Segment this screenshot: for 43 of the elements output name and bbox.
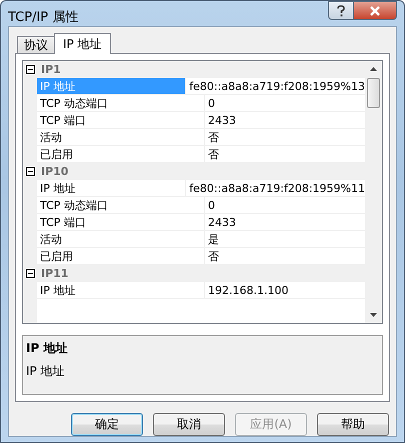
property-value: 0 [207,96,216,111]
category-label: IP11 [41,267,68,280]
tab[interactable]: 协议 [17,36,55,54]
property-value: 是 [207,232,220,247]
property-name[interactable]: TCP 动态端口 [37,197,205,213]
scrollbar-thumb[interactable] [367,78,380,108]
collapse-icon[interactable] [26,269,34,278]
help-icon [336,4,346,16]
property-value: 否 [207,146,220,162]
property-name[interactable]: 活动 [37,231,205,247]
property-value: 0 [207,198,216,213]
property-name[interactable]: IP 地址 [37,282,205,298]
property-value: fe80::a8a8:a719:f208:1959%11 [188,180,365,196]
collapse-icon[interactable] [26,167,34,176]
property-value: 2433 [207,214,237,230]
property-name[interactable]: TCP 端口 [37,112,205,128]
dialog-button[interactable]: 确定 [71,413,143,436]
dialog-button[interactable]: 取消 [153,413,225,436]
category-label: IP1 [41,63,61,76]
close-button[interactable] [354,1,397,20]
property-name[interactable]: IP 地址 [37,180,186,196]
description-title: IP 地址 [26,340,68,357]
scroll-up-icon[interactable] [370,67,377,71]
dialog-button[interactable]: 帮助 [317,413,389,436]
scrollbar[interactable] [365,61,382,323]
help-button[interactable] [328,1,354,20]
description-text: IP 地址 [26,363,66,380]
property-value: 192.168.1.100 [207,282,290,298]
property-name[interactable]: 已启用 [37,248,205,264]
tab[interactable]: IP 地址 [54,33,111,54]
scroll-down-icon[interactable] [370,313,377,317]
property-value: 2433 [207,112,237,128]
property-name[interactable]: TCP 端口 [37,214,205,230]
collapse-icon[interactable] [26,65,34,74]
category-label: IP10 [41,165,68,178]
close-icon [369,6,381,16]
property-value: fe80::a8a8:a719:f208:1959%13 [188,78,365,94]
property-name[interactable]: 已启用 [37,146,205,162]
property-name[interactable]: 活动 [37,129,205,145]
property-name[interactable]: TCP 动态端口 [37,95,205,111]
property-value: 否 [207,130,220,145]
window-title: TCP/IP 属性 [8,9,78,26]
property-value: 否 [207,248,220,264]
